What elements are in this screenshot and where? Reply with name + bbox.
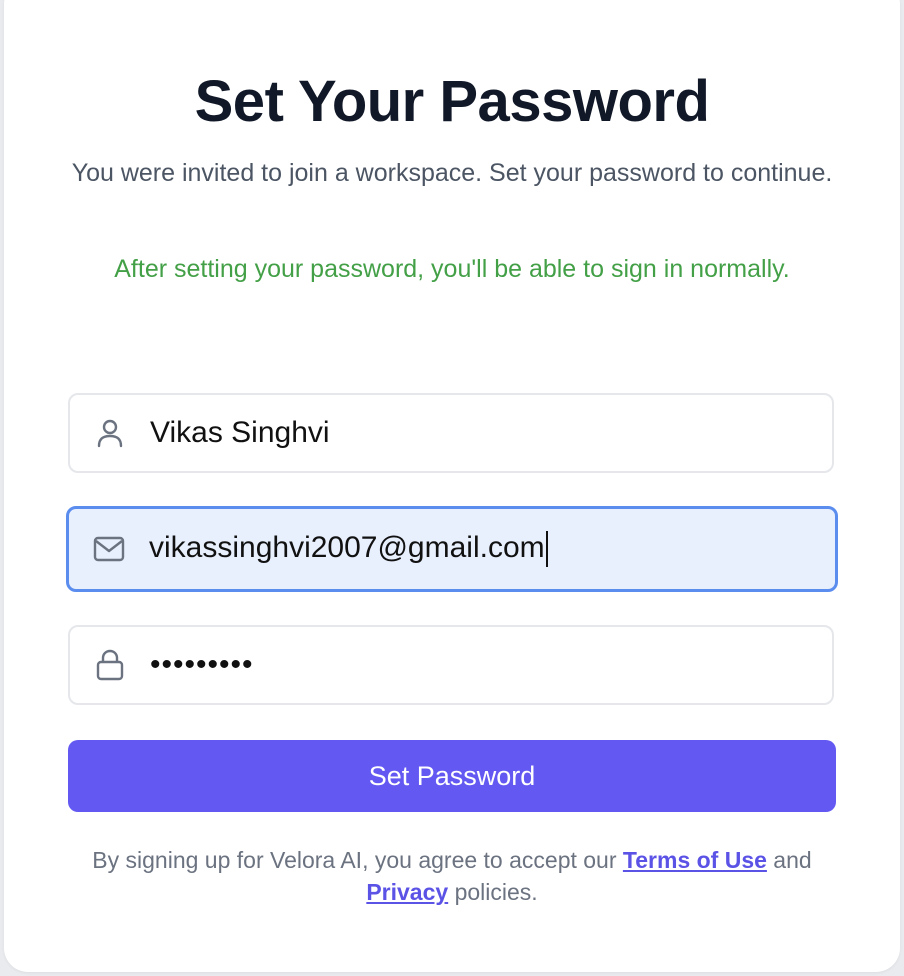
password-input[interactable]: •••••••••	[150, 648, 254, 682]
info-note: After setting your password, you'll be a…	[114, 255, 790, 283]
email-input[interactable]: vikassinghvi2007@gmail.com	[149, 530, 548, 568]
text-caret	[545, 531, 548, 568]
page-subtitle: You were invited to join a workspace. Se…	[71, 159, 833, 187]
footer-prefix: By signing up for Velora AI, you agree t…	[92, 847, 623, 873]
set-password-card	[4, 0, 900, 972]
terms-of-use-link[interactable]: Terms of Use	[623, 847, 767, 873]
footer-middle: and	[766, 847, 812, 873]
page-title: Set Your Password	[194, 69, 710, 134]
user-icon	[92, 415, 128, 451]
terms-footer: By signing up for Velora AI, you agree t…	[90, 844, 814, 908]
set-password-button[interactable]: Set Password	[68, 740, 836, 812]
privacy-link[interactable]: Privacy	[366, 879, 448, 905]
email-value: vikassinghvi2007@gmail.com	[149, 530, 545, 564]
mail-icon	[91, 531, 127, 567]
lock-icon	[92, 647, 128, 683]
email-field[interactable]: vikassinghvi2007@gmail.com	[66, 506, 838, 592]
name-field[interactable]	[68, 393, 834, 473]
footer-suffix: policies.	[448, 879, 538, 905]
password-field[interactable]: •••••••••	[68, 625, 834, 705]
name-input[interactable]	[150, 416, 790, 450]
